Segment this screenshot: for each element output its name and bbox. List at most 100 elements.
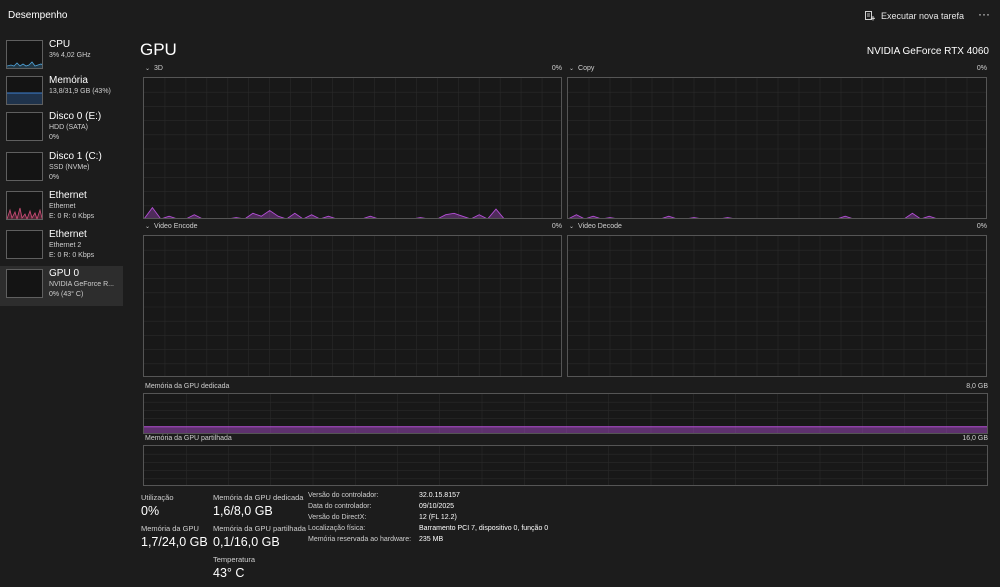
memory-usage-fill: [144, 426, 987, 433]
engine-graph-3d: ⌄ 3D 0%: [143, 65, 562, 219]
cpu-thumbnail: [6, 40, 43, 69]
stat-label: Memória da GPU: [141, 524, 199, 533]
detail-value: 12 (FL 12.2): [419, 514, 457, 521]
title-bar: Desempenho Executar nova tarefa ···: [0, 0, 1000, 31]
engine-graph-copy: ⌄ Copy 0%: [567, 65, 987, 219]
sidebar-item-detail: Ethernet: [49, 203, 76, 210]
sidebar-item-label: Disco 1 (C:): [49, 151, 102, 162]
sidebar-item-throughput: E: 0 R: 0 Kbps: [49, 212, 95, 220]
sidebar-item-disk-0[interactable]: Disco 0 (E:) HDD (SATA) 0%: [0, 109, 123, 149]
engine-copy-plot: [568, 78, 986, 218]
graph-area: [143, 445, 988, 486]
stat-label: Utilização: [141, 493, 174, 502]
engine-label: 3D: [154, 65, 163, 72]
ethernet-thumbnail-graph: [7, 207, 42, 219]
detail-value: 09/10/2025: [419, 503, 455, 510]
engine-selector-video-encode[interactable]: ⌄ Video Encode: [145, 223, 198, 230]
sidebar-item-disk-1[interactable]: Disco 1 (C:) SSD (NVMe) 0%: [0, 149, 123, 189]
ethernet-thumbnail: [6, 191, 43, 220]
detail-row: Data do controlador: 09/10/2025: [308, 503, 608, 513]
more-options-button[interactable]: ···: [974, 7, 994, 25]
sidebar-item-detail: SSD (NVMe): [49, 164, 90, 171]
sidebar-item-memory[interactable]: Memória 13,8/31,9 GB (43%): [0, 73, 123, 113]
dedicated-memory-plot: [144, 394, 987, 433]
stat-dedicated-memory: Memória da GPU dedicada 1,6/8,0 GB: [213, 493, 303, 519]
shared-memory-graph: Memória da GPU partilhada 16,0 GB: [143, 435, 988, 486]
detail-label: Versão do controlador:: [308, 492, 379, 499]
engine-3d-plot: [144, 78, 561, 218]
graph-area: [143, 393, 988, 434]
sidebar-item-label: Ethernet: [49, 229, 87, 240]
sidebar-item-label: Memória: [49, 75, 88, 86]
sidebar-item-label: GPU 0: [49, 268, 80, 279]
sidebar-item-throughput: E: 0 R: 0 Kbps: [49, 251, 95, 259]
gpu-detail-pane: GPU NVIDIA GeForce RTX 4060 ⌄ 3D 0% ⌄ Co…: [140, 31, 990, 587]
detail-label: Versão do DirectX:: [308, 514, 367, 521]
run-task-label: Executar nova tarefa: [880, 11, 964, 21]
stat-value: 1,6/8,0 GB: [213, 504, 273, 518]
sidebar-item-gpu-0[interactable]: GPU 0 NVIDIA GeForce R... 0% (43° C): [0, 266, 123, 306]
graph-area: [143, 77, 562, 219]
stat-value: 0,1/16,0 GB: [213, 535, 280, 549]
engine-selector-video-decode[interactable]: ⌄ Video Decode: [569, 223, 622, 230]
engine-graph-video-decode: ⌄ Video Decode 0%: [567, 223, 987, 377]
stat-value: 1,7/24,0 GB: [141, 535, 208, 549]
ethernet-2-thumbnail: [6, 230, 43, 259]
run-task-icon: [864, 11, 875, 21]
gpu-device-name: NVIDIA GeForce RTX 4060: [866, 46, 989, 57]
sidebar-item-usage: 0%: [49, 133, 60, 141]
engine-value: 0%: [976, 223, 987, 230]
detail-label: Data do controlador:: [308, 503, 372, 510]
stat-label: Temperatura: [213, 555, 256, 564]
engine-label: Copy: [578, 65, 595, 72]
sidebar-item-ethernet-2[interactable]: Ethernet Ethernet 2 E: 0 R: 0 Kbps: [0, 227, 123, 267]
stat-utilization: Utilização 0%: [141, 493, 174, 519]
memory-thumbnail: [6, 76, 43, 105]
engine-decode-plot: [568, 236, 986, 376]
chevron-down-icon: ⌄: [145, 224, 151, 230]
sidebar-item-label: Ethernet: [49, 190, 87, 201]
dedicated-memory-label: Memória da GPU dedicada: [145, 383, 230, 390]
engine-value: 0%: [976, 65, 987, 72]
detail-label: Memória reservada ao hardware:: [308, 536, 412, 543]
detail-label: Localização física:: [308, 525, 366, 532]
stat-label: Memória da GPU dedicada: [213, 493, 304, 502]
sidebar-item-cpu[interactable]: CPU 3% 4,02 GHz: [0, 37, 123, 77]
engine-label: Video Encode: [154, 223, 198, 230]
chevron-down-icon: ⌄: [569, 66, 575, 72]
stat-gpu-memory: Memória da GPU 1,7/24,0 GB: [141, 524, 208, 550]
stat-value: 43° C: [213, 566, 245, 580]
sidebar-item-detail: Ethernet 2: [49, 242, 82, 249]
engine-selector-3d[interactable]: ⌄ 3D: [145, 65, 163, 72]
dedicated-memory-graph: Memória da GPU dedicada 8,0 GB: [143, 383, 988, 434]
detail-value: 235 MB: [419, 536, 444, 543]
shared-memory-plot: [144, 446, 987, 485]
sidebar-item-detail: 13,8/31,9 GB (43%): [49, 88, 111, 95]
sidebar-item-usage: 0%: [49, 173, 60, 181]
gpu-thumbnail-graph: [7, 270, 43, 298]
graph-area: [567, 77, 987, 219]
engine-value: 0%: [551, 223, 562, 230]
cpu-thumbnail-graph: [7, 61, 42, 68]
chevron-down-icon: ⌄: [145, 66, 151, 72]
detail-row: Versão do controlador: 32.0.15.8157: [308, 492, 608, 502]
sidebar-item-detail: NVIDIA GeForce R...: [49, 281, 114, 288]
stat-label: Memória da GPU partilhada: [213, 524, 306, 533]
detail-row: Localização física: Barramento PCI 7, di…: [308, 525, 608, 535]
sidebar-item-detail: HDD (SATA): [49, 124, 89, 131]
sidebar-item-ethernet[interactable]: Ethernet Ethernet E: 0 R: 0 Kbps: [0, 188, 123, 228]
stat-value: 0%: [141, 504, 160, 518]
sidebar: CPU 3% 4,02 GHz Memória 13,8/31,9 GB (43…: [0, 31, 124, 587]
engine-encode-plot: [144, 236, 561, 376]
shared-memory-label: Memória da GPU partilhada: [145, 435, 232, 442]
sidebar-item-detail: 3% 4,02 GHz: [49, 52, 91, 59]
detail-row: Memória reservada ao hardware: 235 MB: [308, 536, 608, 546]
run-new-task-button[interactable]: Executar nova tarefa: [864, 7, 964, 25]
sidebar-item-usage: 0% (43° C): [49, 290, 84, 298]
sidebar-item-label: CPU: [49, 39, 71, 50]
engine-selector-copy[interactable]: ⌄ Copy: [569, 65, 594, 72]
memory-thumbnail-graph: [7, 92, 42, 104]
chevron-down-icon: ⌄: [569, 224, 575, 230]
gpu-thumbnail: [6, 269, 43, 298]
shared-memory-max: 16,0 GB: [962, 435, 988, 442]
